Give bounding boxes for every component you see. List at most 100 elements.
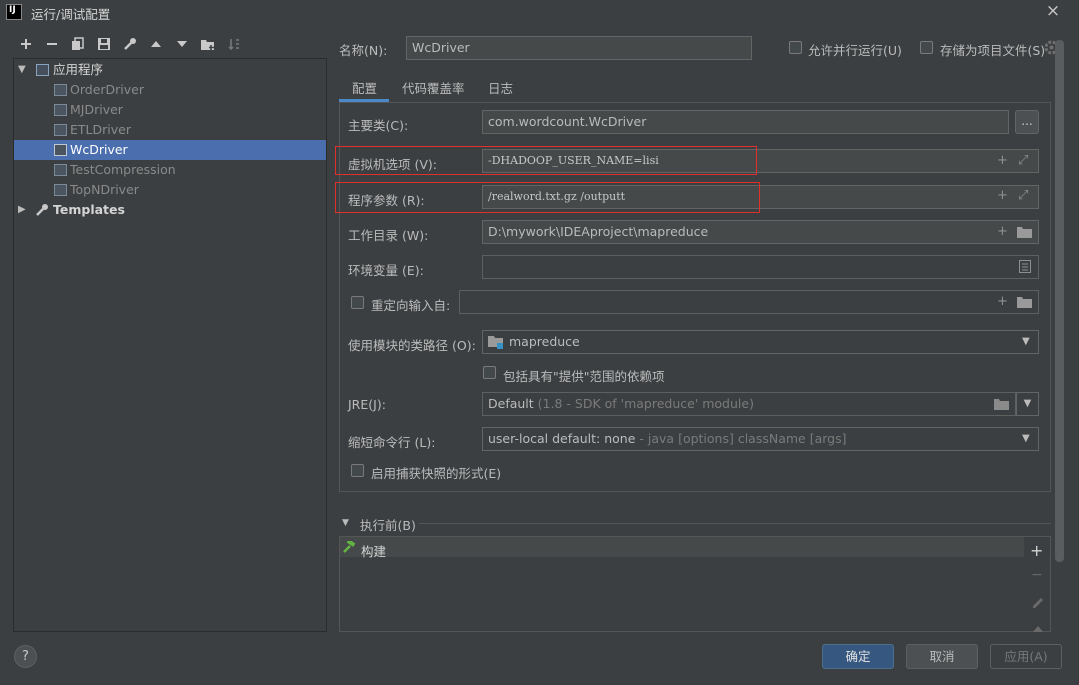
jre-dropdown-chevron-icon[interactable]: ▼ (1016, 392, 1039, 416)
run-config-icon (54, 84, 67, 96)
tree-item-etldriver[interactable]: ETLDriver (14, 120, 326, 140)
sort-icon[interactable] (226, 37, 242, 53)
collapsed-arrow-icon[interactable]: ▶ (18, 200, 26, 220)
run-config-icon (54, 104, 67, 116)
classpath-value: mapreduce (509, 334, 580, 349)
edit-list-icon[interactable] (1019, 260, 1031, 276)
add-icon[interactable] (18, 37, 34, 53)
tree-item-testcompression[interactable]: TestCompression (14, 160, 326, 180)
name-label: 名称(N): (339, 43, 388, 58)
expand-field-icon[interactable]: ⤢ (1018, 189, 1028, 203)
chevron-down-icon[interactable]: ▼ (1022, 336, 1030, 347)
expand-plus-icon[interactable]: + (997, 154, 1008, 168)
tree-item-label: WcDriver (70, 142, 128, 157)
tab-code-coverage[interactable]: 代码覆盖率 (402, 78, 465, 97)
expand-plus-icon[interactable]: + (997, 189, 1008, 203)
section-divider (419, 523, 1051, 524)
store-as-project-label: 存储为项目文件(S) (940, 43, 1046, 58)
run-config-icon (54, 184, 67, 196)
classpath-label: 使用模块的类路径 (O): (348, 338, 476, 353)
classpath-select[interactable]: mapreduce (482, 330, 1039, 354)
help-button[interactable]: ? (14, 645, 37, 668)
move-up-icon[interactable] (148, 37, 164, 53)
shorten-cmd-select[interactable]: user-local default: none - java [options… (482, 427, 1039, 451)
folder-icon[interactable] (1017, 296, 1032, 311)
save-icon[interactable] (96, 37, 112, 53)
edit-pencil-icon[interactable] (1031, 595, 1044, 611)
run-config-icon (54, 124, 67, 136)
include-provided-checkbox[interactable] (483, 366, 496, 379)
list-item-build[interactable] (340, 537, 1024, 557)
vertical-scrollbar[interactable] (1055, 40, 1064, 562)
tree-item-mjdriver[interactable]: MJDriver (14, 100, 326, 120)
run-config-icon (54, 164, 67, 176)
include-provided-label: 包括具有"提供"范围的依赖项 (503, 369, 665, 384)
remove-icon[interactable] (44, 37, 60, 53)
store-as-project-checkbox[interactable] (920, 41, 933, 54)
redirect-input-label: 重定向输入自: (371, 298, 451, 313)
working-dir-input[interactable]: D:\mywork\IDEAproject\mapreduce (482, 220, 1039, 244)
redirect-input-field[interactable] (459, 290, 1039, 314)
chevron-down-icon[interactable]: ▼ (1022, 433, 1030, 444)
title-bar: IJ 运行/调试配置 × (0, 0, 1079, 24)
tree-item-label: MJDriver (70, 102, 123, 117)
wrench-icon[interactable] (122, 37, 138, 53)
env-vars-label: 环境变量 (E): (348, 263, 424, 278)
highlight-box-program-args (335, 182, 760, 213)
window-title: 运行/调试配置 (31, 7, 111, 22)
ok-button[interactable]: 确定 (822, 644, 894, 669)
env-vars-input[interactable] (482, 255, 1039, 279)
application-folder-icon (36, 64, 49, 76)
main-class-label: 主要类(C): (348, 118, 409, 133)
new-folder-icon[interactable] (200, 37, 216, 53)
hammer-icon (342, 539, 356, 556)
insert-macro-plus-icon[interactable]: + (997, 225, 1008, 239)
tree-node-application[interactable]: ▼ 应用程序 (14, 60, 326, 80)
collapse-arrow-icon[interactable]: ▼ (342, 518, 349, 528)
main-class-input[interactable]: com.wordcount.WcDriver (482, 110, 1009, 134)
move-down-icon[interactable] (174, 37, 190, 53)
tree-item-label: TestCompression (70, 162, 176, 177)
name-input[interactable]: WcDriver (406, 36, 752, 60)
folder-icon[interactable] (1017, 226, 1032, 241)
tab-configuration[interactable]: 配置 (352, 78, 377, 97)
allow-parallel-label: 允许并行运行(U) (808, 43, 902, 58)
highlight-box-vm-options (335, 146, 757, 175)
jre-combobox[interactable]: Default (1.8 - SDK of 'mapreduce' module… (482, 392, 1016, 416)
tree-item-label: ETLDriver (70, 122, 131, 137)
allow-parallel-checkbox[interactable] (789, 41, 802, 54)
wrench-icon (35, 203, 49, 223)
remove-icon[interactable]: − (1031, 567, 1043, 583)
apply-button[interactable]: 应用(A) (990, 644, 1062, 669)
tab-logs[interactable]: 日志 (488, 78, 513, 97)
add-icon[interactable]: + (1030, 541, 1043, 560)
redirect-input-checkbox[interactable] (351, 296, 364, 309)
expanded-arrow-icon[interactable]: ▼ (18, 60, 26, 80)
working-dir-label: 工作目录 (W): (348, 228, 429, 243)
jre-label: JRE(J): (348, 397, 386, 412)
tree-node-templates[interactable]: ▶ Templates (14, 200, 326, 220)
tree-item-topndriver[interactable]: TopNDriver (14, 180, 326, 200)
snapshot-label: 启用捕获快照的形式(E) (371, 466, 502, 481)
tree-item-wcdriver[interactable]: WcDriver (14, 140, 326, 160)
shorten-cmd-hint: - java [options] className [args] (639, 431, 847, 446)
intellij-app-icon: IJ (6, 4, 22, 20)
tree-root-label: 应用程序 (53, 62, 104, 77)
tree-item-orderdriver[interactable]: OrderDriver (14, 80, 326, 100)
configuration-tree[interactable]: ▼ 应用程序 OrderDriver MJDriver ETLDriver Wc… (13, 58, 327, 632)
tree-item-label: TopNDriver (70, 182, 139, 197)
insert-macro-plus-icon[interactable]: + (997, 295, 1008, 309)
shorten-cmd-label: 缩短命令行 (L): (348, 435, 436, 450)
before-launch-title[interactable]: 执行前(B) (360, 515, 416, 534)
run-config-icon (54, 144, 67, 156)
module-folder-icon (488, 335, 504, 352)
browse-main-class-button[interactable]: ... (1015, 110, 1039, 134)
copy-icon[interactable] (70, 37, 86, 53)
close-icon[interactable]: × (1044, 2, 1062, 20)
move-up-icon[interactable] (1032, 622, 1044, 636)
folder-icon[interactable] (994, 398, 1009, 413)
expand-field-icon[interactable]: ⤢ (1018, 154, 1028, 168)
cancel-button[interactable]: 取消 (906, 644, 978, 669)
list-item-label: 构建 (361, 544, 387, 559)
snapshot-checkbox[interactable] (351, 464, 364, 477)
